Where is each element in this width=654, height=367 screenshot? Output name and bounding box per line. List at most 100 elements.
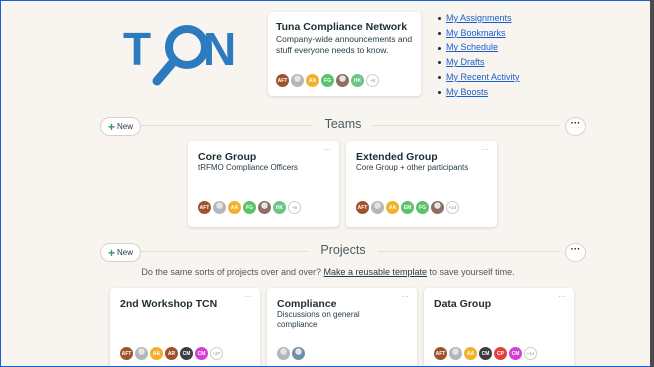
projects-card[interactable]: ··· 2nd Workshop TCN AFT AA AR CM CM +27 — [110, 288, 260, 366]
more-people-count[interactable]: +14 — [446, 201, 459, 214]
avatar-photo[interactable] — [449, 347, 462, 360]
bullet-icon — [438, 61, 441, 65]
plus-icon: + — [108, 245, 116, 260]
bullet-icon — [438, 31, 441, 35]
avatar[interactable]: CM — [195, 347, 208, 360]
avatar[interactable]: CM — [509, 347, 522, 360]
avatar-photo[interactable] — [292, 347, 305, 360]
avatar[interactable]: AA — [306, 74, 319, 87]
card-options-icon[interactable]: ··· — [323, 145, 331, 154]
avatar-photo[interactable] — [291, 74, 304, 87]
link-item: My Recent Activity — [438, 70, 520, 85]
card-options-icon[interactable]: ··· — [558, 292, 566, 301]
link-item: My Drafts — [438, 55, 520, 70]
avatar[interactable]: AFT — [198, 201, 211, 214]
teams-section-header: Teams + New ··· — [100, 116, 586, 136]
link-item: My Bookmarks — [438, 26, 520, 41]
avatar[interactable]: AR — [165, 347, 178, 360]
teams-card[interactable]: ··· Extended Group Core Group + other part… — [346, 141, 497, 227]
avatar[interactable]: EM — [401, 201, 414, 214]
avatar[interactable]: AA — [464, 347, 477, 360]
plus-icon: + — [108, 119, 116, 134]
avatar[interactable]: AA — [386, 201, 399, 214]
teams-card[interactable]: ··· Core Group tRFMO Compliance Officers AF… — [188, 141, 339, 227]
more-people-count[interactable]: +14 — [524, 347, 537, 360]
avatar[interactable]: AA — [228, 201, 241, 214]
avatar[interactable]: FG — [243, 201, 256, 214]
card-description: Core Group + other participants — [356, 163, 469, 172]
avatar-photo[interactable] — [431, 201, 444, 214]
bullet-icon — [438, 75, 441, 79]
bullet-icon — [438, 90, 441, 94]
avatar[interactable]: AFT — [120, 347, 133, 360]
avatar-photo[interactable] — [213, 201, 226, 214]
avatar-group: AFT AA AR CM CM +27 — [120, 347, 225, 360]
card-options-icon[interactable]: ··· — [401, 292, 409, 301]
link-my-schedule[interactable]: My Schedule — [446, 42, 498, 52]
avatar[interactable]: FG — [321, 74, 334, 87]
avatar-group — [277, 347, 307, 360]
projects-section-header: Projects + New ··· — [100, 242, 586, 262]
link-my-boosts[interactable]: My Boosts — [446, 87, 488, 97]
headquarters-title: Tuna Compliance Network — [276, 21, 408, 33]
avatar-group: AFT AA FG HK +6 — [198, 201, 303, 214]
avatar[interactable]: CM — [180, 347, 193, 360]
avatar-group: AFT AA CM CP CM +14 — [434, 347, 539, 360]
headquarters-description: Company-wide announcements and stuff eve… — [276, 34, 413, 55]
headquarters-card[interactable]: Tuna Compliance Network Company-wide ann… — [268, 12, 421, 96]
projects-card[interactable]: ··· Compliance Discussions on general comp… — [267, 288, 417, 366]
tcn-logo: T N — [123, 23, 236, 86]
link-my-bookmarks[interactable]: My Bookmarks — [446, 28, 506, 38]
link-item: My Schedule — [438, 40, 520, 55]
avatar[interactable]: AFT — [434, 347, 447, 360]
teams-heading: Teams — [312, 117, 374, 131]
avatar[interactable]: AFT — [356, 201, 369, 214]
link-item: My Assignments — [438, 11, 520, 26]
avatar-group: AFT AA EM FG +14 — [356, 201, 461, 214]
svg-text:N: N — [203, 23, 236, 75]
template-hint: Do the same sorts of projects over and o… — [141, 267, 515, 277]
make-template-link[interactable]: Make a reusable template — [323, 267, 427, 277]
avatar[interactable]: CP — [494, 347, 507, 360]
card-title: Compliance — [277, 298, 337, 310]
bullet-icon — [438, 17, 441, 21]
avatar-photo[interactable] — [135, 347, 148, 360]
avatar-photo[interactable] — [336, 74, 349, 87]
card-options-icon[interactable]: ··· — [481, 145, 489, 154]
card-title: Extended Group — [356, 151, 438, 163]
more-people-count[interactable]: +6 — [366, 74, 379, 87]
link-item: My Boosts — [438, 85, 520, 100]
new-team-button[interactable]: + New — [100, 117, 142, 136]
avatar-photo[interactable] — [258, 201, 271, 214]
teams-options-button[interactable]: ··· — [565, 117, 586, 136]
avatar-photo[interactable] — [371, 201, 384, 214]
bullet-icon — [438, 46, 441, 50]
more-people-count[interactable]: +6 — [288, 201, 301, 214]
projects-heading: Projects — [308, 243, 378, 257]
avatar[interactable]: AFT — [276, 74, 289, 87]
page-frame: T N Tuna Compliance Network Company-wide… — [0, 0, 653, 367]
avatar-photo[interactable] — [277, 347, 290, 360]
link-my-drafts[interactable]: My Drafts — [446, 57, 485, 67]
card-title: Data Group — [434, 298, 492, 310]
new-project-button[interactable]: + New — [100, 243, 142, 262]
projects-card[interactable]: ··· Data Group AFT AA CM CP CM +14 — [424, 288, 574, 366]
avatar[interactable]: HK — [273, 201, 286, 214]
card-description: Discussions on general compliance — [277, 310, 360, 329]
link-my-assignments[interactable]: My Assignments — [446, 13, 512, 23]
projects-options-button[interactable]: ··· — [565, 243, 586, 262]
avatar-group: AFT AA FG HK +6 — [276, 74, 381, 87]
card-options-icon[interactable]: ··· — [244, 292, 252, 301]
card-title: Core Group — [198, 151, 257, 163]
avatar[interactable]: CM — [479, 347, 492, 360]
avatar[interactable]: AA — [150, 347, 163, 360]
personal-links: My Assignments My Bookmarks My Schedule My … — [438, 11, 520, 99]
avatar[interactable]: HK — [351, 74, 364, 87]
card-title: 2nd Workshop TCN — [120, 298, 218, 310]
window-edge — [650, 0, 654, 367]
svg-text:T: T — [123, 23, 151, 75]
card-description: tRFMO Compliance Officers — [198, 163, 298, 172]
more-people-count[interactable]: +27 — [210, 347, 223, 360]
link-my-recent-activity[interactable]: My Recent Activity — [446, 72, 520, 82]
avatar[interactable]: FG — [416, 201, 429, 214]
